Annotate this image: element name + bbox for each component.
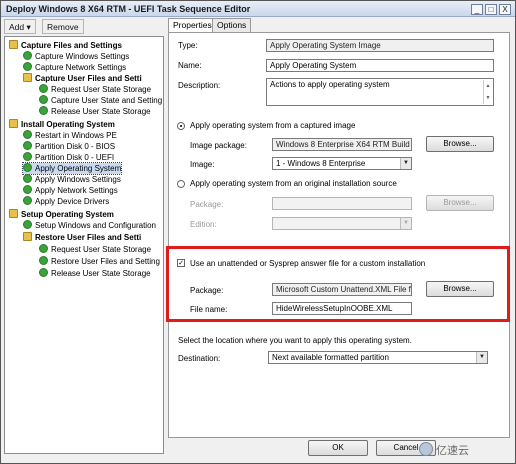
tree-step[interactable]: Partition Disk 0 - BIOS bbox=[23, 141, 115, 152]
destination-select-value: Next available formatted partition bbox=[272, 353, 389, 362]
red-highlight-box bbox=[166, 246, 510, 322]
close-button[interactable]: X bbox=[499, 4, 511, 15]
description-scrollbar[interactable]: ▲ ▼ bbox=[483, 80, 492, 104]
description-field[interactable]: Actions to apply operating system ▲ ▼ bbox=[266, 78, 494, 106]
tree-step[interactable]: Apply Network Settings bbox=[23, 185, 118, 196]
check-icon bbox=[23, 163, 32, 172]
add-button[interactable]: Add ▾ bbox=[4, 19, 36, 34]
tree-step[interactable]: Capture Network Settings bbox=[23, 62, 126, 73]
name-field[interactable]: Apply Operating System bbox=[266, 59, 494, 72]
folder-icon bbox=[9, 209, 18, 218]
image-package-browse-button[interactable]: Browse... bbox=[426, 136, 494, 152]
tree-step-selected[interactable]: Apply Operating System bbox=[21, 162, 123, 175]
check-icon bbox=[39, 268, 48, 277]
check-icon bbox=[39, 244, 48, 253]
remove-button[interactable]: Remove bbox=[42, 19, 84, 34]
check-icon bbox=[23, 62, 32, 71]
tree-group[interactable]: Capture Files and Settings bbox=[9, 40, 122, 51]
check-icon bbox=[39, 256, 48, 265]
check-icon bbox=[39, 84, 48, 93]
check-icon bbox=[23, 185, 32, 194]
maximize-button[interactable]: □ bbox=[485, 4, 497, 15]
minimize-button[interactable]: _ bbox=[471, 4, 483, 15]
chevron-down-icon: ▼ bbox=[476, 352, 487, 363]
check-icon bbox=[23, 220, 32, 229]
tree-group[interactable]: Setup Operating System bbox=[9, 209, 114, 220]
check-icon bbox=[23, 152, 32, 161]
destination-select[interactable]: Next available formatted partition ▼ bbox=[268, 351, 488, 364]
destination-hint: Select the location where you want to ap… bbox=[178, 336, 412, 345]
tree-step[interactable]: Apply Windows Settings bbox=[23, 174, 121, 185]
image-select-value: 1 - Windows 8 Enterprise bbox=[276, 159, 366, 168]
tab-strip: Properties Options bbox=[168, 18, 508, 33]
tree-group[interactable]: Capture User Files and Setti bbox=[23, 73, 142, 84]
title-bar: Deploy Windows 8 X64 RTM - UEFI Task Seq… bbox=[1, 1, 515, 17]
tree-step[interactable]: Request User State Storage bbox=[39, 84, 151, 95]
image-package-field[interactable]: Windows 8 Enterprise X64 RTM Build 9 bbox=[272, 138, 412, 151]
tree-step[interactable]: Release User State Storage bbox=[39, 268, 151, 279]
folder-icon bbox=[23, 232, 32, 241]
image-select[interactable]: 1 - Windows 8 Enterprise ▼ bbox=[272, 157, 412, 170]
tree-step[interactable]: Capture Windows Settings bbox=[23, 51, 129, 62]
original-source-radio-label: Apply operating system from an original … bbox=[190, 179, 397, 188]
check-icon bbox=[23, 51, 32, 60]
tree-group[interactable]: Restore User Files and Setti bbox=[23, 232, 141, 243]
window-title: Deploy Windows 8 X64 RTM - UEFI Task Seq… bbox=[6, 4, 251, 14]
destination-label: Destination: bbox=[178, 354, 221, 363]
check-icon bbox=[39, 95, 48, 104]
check-icon bbox=[23, 130, 32, 139]
type-value: Apply Operating System Image bbox=[266, 39, 494, 52]
image-label: Image: bbox=[190, 160, 215, 169]
folder-icon bbox=[9, 40, 18, 49]
tree-step[interactable]: Restore User Files and Setting bbox=[39, 256, 160, 267]
watermark-logo-icon bbox=[419, 442, 433, 456]
tree-group[interactable]: Install Operating System bbox=[9, 119, 115, 130]
image-package-label: Image package: bbox=[190, 141, 247, 150]
folder-icon bbox=[9, 119, 18, 128]
chevron-down-icon: ▼ bbox=[400, 158, 411, 169]
chevron-down-icon: ▼ bbox=[400, 218, 411, 229]
check-icon bbox=[39, 106, 48, 115]
original-source-radio[interactable] bbox=[177, 180, 185, 188]
description-text: Actions to apply operating system bbox=[270, 80, 390, 89]
watermark-text: 亿速云 bbox=[436, 445, 469, 457]
folder-icon bbox=[23, 73, 32, 82]
type-label: Type: bbox=[178, 41, 198, 50]
check-icon bbox=[23, 196, 32, 205]
original-package-label: Package: bbox=[190, 200, 224, 209]
tree-step[interactable]: Release User State Storage bbox=[39, 106, 151, 117]
tree-step[interactable]: Restart in Windows PE bbox=[23, 130, 117, 141]
tree-step[interactable]: Setup Windows and Configuration bbox=[23, 220, 156, 231]
edition-select: ▼ bbox=[272, 217, 412, 230]
description-label: Description: bbox=[178, 81, 221, 90]
tree-step[interactable]: Capture User State and Setting bbox=[39, 95, 162, 106]
captured-image-radio-label: Apply operating system from a captured i… bbox=[190, 121, 356, 130]
tab-properties[interactable]: Properties bbox=[168, 18, 217, 33]
task-sequence-tree[interactable]: Capture Files and Settings Capture Windo… bbox=[4, 36, 164, 454]
check-icon bbox=[23, 174, 32, 183]
original-package-field bbox=[272, 197, 412, 210]
tree-step[interactable]: Apply Device Drivers bbox=[23, 196, 109, 207]
captured-image-radio[interactable] bbox=[177, 122, 185, 130]
name-label: Name: bbox=[178, 61, 202, 70]
tab-options[interactable]: Options bbox=[212, 18, 252, 32]
check-icon bbox=[23, 141, 32, 150]
sequence-toolbar: Add ▾ Remove bbox=[4, 19, 160, 34]
original-package-browse-button[interactable]: Browse... bbox=[426, 195, 494, 211]
ok-button[interactable]: OK bbox=[308, 440, 368, 456]
tree-step[interactable]: Request User State Storage bbox=[39, 244, 151, 255]
edition-label: Edition: bbox=[190, 220, 217, 229]
tree-step[interactable]: Partition Disk 0 - UEFI bbox=[23, 152, 114, 163]
